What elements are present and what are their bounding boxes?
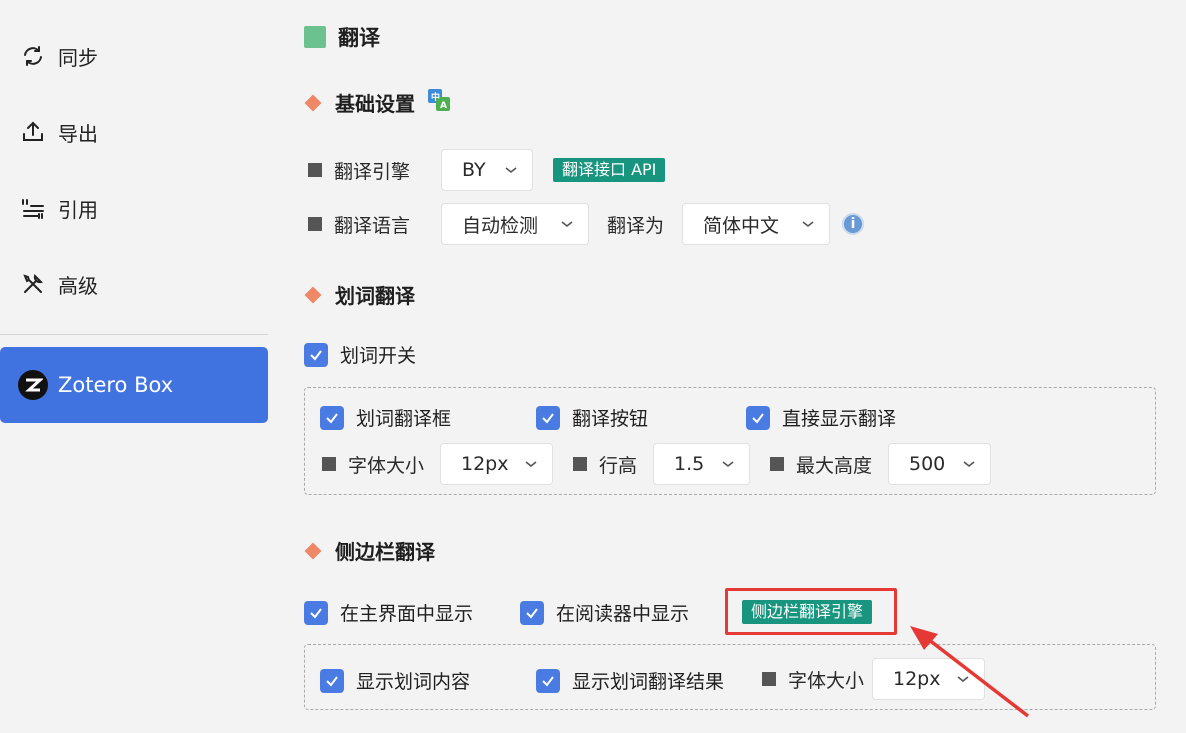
line-height-value: 1.5 (674, 453, 705, 475)
checkmark-icon (746, 405, 770, 430)
checkbox-label: 划词翻译框 (356, 408, 452, 430)
show-in-main-checkbox[interactable]: 在主界面中显示 (304, 599, 473, 626)
page-title-text: 翻译 (338, 26, 380, 50)
section-heading: 划词翻译 (335, 284, 415, 308)
bullet-icon (308, 163, 322, 177)
export-icon (20, 119, 46, 145)
max-height-label: 最大高度 (796, 454, 873, 477)
info-icon[interactable]: i (842, 213, 865, 235)
svg-text:A: A (440, 101, 447, 111)
translate-button-checkbox[interactable]: 翻译按钮 (536, 404, 648, 431)
section-heading: 基础设置 (335, 92, 415, 116)
line-height-label: 行高 (599, 454, 638, 477)
checkbox-label: 划词开关 (340, 345, 417, 367)
chevron-down-icon (722, 461, 734, 468)
translate-icon: 中A (427, 88, 451, 117)
sidebar-item-label: 高级 (58, 273, 98, 298)
sidebar-item-label: 同步 (58, 45, 98, 70)
sidebar-divider (0, 334, 268, 335)
source-language-select[interactable]: 自动检测 (441, 203, 589, 245)
checkbox-label: 翻译按钮 (572, 408, 649, 430)
engine-select-value: BY (462, 159, 486, 181)
font-size-select[interactable]: 12px (440, 443, 553, 485)
checkbox-label: 直接显示翻译 (782, 408, 897, 430)
chevron-down-icon (802, 221, 814, 228)
checkmark-icon (520, 600, 544, 625)
chevron-down-icon (525, 461, 537, 468)
bullet-icon (762, 672, 776, 686)
chevron-down-icon (561, 221, 573, 228)
target-language-select[interactable]: 简体中文 (682, 203, 831, 245)
diamond-icon (304, 94, 322, 111)
chevron-down-icon (963, 461, 975, 468)
checkmark-icon (536, 405, 560, 430)
sidebar-item-cite[interactable]: 引用 (20, 188, 98, 228)
sync-icon (20, 43, 46, 69)
sidebar-item-export[interactable]: 导出 (20, 112, 98, 152)
show-word-result-checkbox[interactable]: 显示划词翻译结果 (536, 667, 724, 694)
word-box-checkbox[interactable]: 划词翻译框 (320, 404, 451, 431)
sidebar-item-sync[interactable]: 同步 (20, 36, 98, 76)
diamond-icon (304, 286, 322, 303)
font-size-label: 字体大小 (348, 454, 425, 477)
translate-to-label: 翻译为 (607, 214, 665, 237)
checkbox-label: 显示划词翻译结果 (572, 671, 725, 693)
chevron-down-icon (505, 167, 517, 174)
language-label: 翻译语言 (334, 214, 411, 237)
bullet-icon (770, 457, 784, 471)
sidebar-item-advanced[interactable]: 高级 (20, 264, 98, 304)
section-word-translate: 划词翻译 (304, 280, 415, 309)
source-language-value: 自动检测 (462, 214, 539, 237)
checkmark-icon (304, 342, 328, 367)
word-toggle-checkbox[interactable]: 划词开关 (304, 341, 416, 368)
section-heading: 侧边栏翻译 (335, 540, 435, 564)
tools-icon (20, 271, 46, 297)
cite-icon (20, 195, 46, 221)
max-height-value: 500 (909, 453, 946, 475)
sidebar-item-label: 导出 (58, 121, 98, 146)
target-language-value: 简体中文 (703, 214, 780, 237)
max-height-select[interactable]: 500 (888, 443, 991, 485)
checkmark-icon (536, 668, 560, 693)
checkbox-label: 在主界面中显示 (340, 603, 474, 625)
engine-label: 翻译引擎 (334, 160, 411, 183)
sidebar-item-label: 引用 (58, 197, 98, 222)
highlight-box (725, 588, 897, 635)
diamond-icon (304, 542, 322, 559)
bullet-icon (573, 457, 587, 471)
show-in-reader-checkbox[interactable]: 在阅读器中显示 (520, 599, 689, 626)
direct-display-checkbox[interactable]: 直接显示翻译 (746, 404, 896, 431)
show-word-content-checkbox[interactable]: 显示划词内容 (320, 667, 470, 694)
annotation-arrow-icon (910, 626, 1030, 718)
font-size-value: 12px (461, 453, 509, 475)
engine-row: 翻译引擎 BY 翻译接口 API (308, 149, 666, 191)
title-square-icon (304, 26, 326, 48)
svg-text:中: 中 (431, 91, 440, 103)
checkmark-icon (304, 600, 328, 625)
checkbox-label: 显示划词内容 (356, 671, 471, 693)
bullet-icon (308, 217, 322, 231)
checkmark-icon (320, 405, 344, 430)
api-tag[interactable]: 翻译接口 API (553, 158, 666, 182)
zotero-logo-icon (18, 370, 48, 400)
page-title: 翻译 (304, 22, 380, 52)
bullet-icon (322, 457, 336, 471)
sidebar: 同步 导出 引用 高级 Zotero Box (0, 0, 268, 733)
section-sidebar-translate: 侧边栏翻译 (304, 536, 435, 565)
font-size-label: 字体大小 (788, 669, 865, 692)
engine-select[interactable]: BY (441, 149, 533, 191)
checkmark-icon (320, 668, 344, 693)
section-basic: 基础设置 中A (304, 88, 451, 117)
sidebar-item-label: Zotero Box (58, 373, 174, 397)
checkbox-label: 在阅读器中显示 (556, 603, 690, 625)
word-format-row: 字体大小 12px 行高 1.5 最大高度 500 (322, 443, 991, 485)
language-row: 翻译语言 自动检测 翻译为 简体中文 i (308, 203, 865, 245)
line-height-select[interactable]: 1.5 (653, 443, 750, 485)
sidebar-item-zotero-box[interactable]: Zotero Box (0, 347, 268, 423)
